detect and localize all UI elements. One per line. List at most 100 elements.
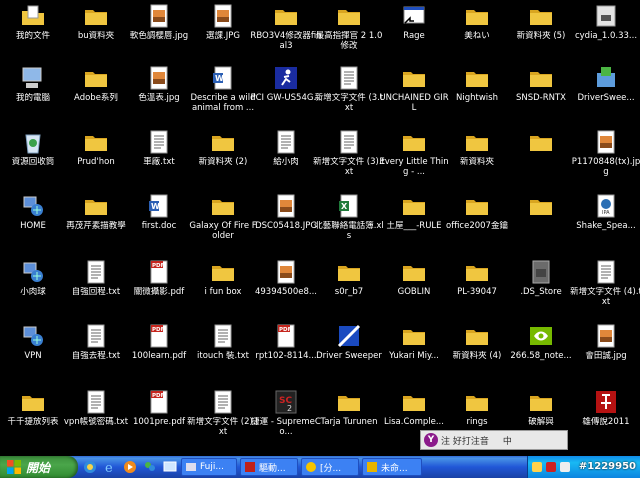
desktop-icon[interactable]: 新資料夾 (4) [446,322,508,384]
desktop-icon[interactable]: SC 2 捷運 - SupremeCo... [251,388,321,450]
desktop-icon[interactable]: 色溫表.jpg [128,64,190,126]
taskbar-button-folder[interactable]: [分... [301,458,359,476]
desktop-icon[interactable]: W Describe a wild animal from ... [190,64,256,126]
ime-mode[interactable]: 中 [503,434,512,447]
desktop-icon[interactable]: PDF 關微攝影.pdf [128,258,190,320]
desktop-icon[interactable]: Galaxy Of Fire Folder [189,192,257,254]
desktop-icon-label: 我的文件 [15,31,50,41]
desktop-icon[interactable]: 雄傳說2011 [575,388,637,450]
desktop-icon[interactable]: cydia_1.0.33... [575,2,637,64]
desktop-icon[interactable]: IPA Shake_Spea... [575,192,637,254]
quick-launch-messenger-icon[interactable] [142,459,158,475]
excel-doc-icon: X [336,193,362,219]
desktop-icon[interactable] [510,128,572,190]
desktop-icon[interactable]: PDF 1001pre.pdf [128,388,190,450]
tray-antivirus-icon[interactable] [546,462,556,472]
taskbar-button-label: Fuji... [200,462,224,472]
desktop-icon[interactable]: DriverSwee... [575,64,637,126]
desktop-icon[interactable]: PCI GW-US54G... [250,64,322,126]
taskbar-button-label: 未命... [381,463,408,474]
desktop-icon[interactable]: 新資料夾 [446,128,508,190]
desktop-icon[interactable]: 美ねい [446,2,508,64]
desktop-icon[interactable]: RBO3V4修改器final3 [250,2,322,64]
desktop-icon[interactable]: 自強回程.txt [65,258,127,320]
quick-launch-ie-icon[interactable]: e [102,459,118,475]
desktop-icon-label: 北藝聯絡電話簿.xls [314,221,384,241]
desktop-icon[interactable]: PDF 100learn.pdf [128,322,190,384]
desktop-icon[interactable] [510,192,572,254]
desktop-icon-label: UNCHAINED GIRL [379,93,449,113]
desktop-icon[interactable]: GOBLIN [383,258,445,320]
desktop-icon-label: 1001pre.pdf [132,417,186,427]
desktop-icon[interactable]: Rage [383,2,445,64]
quick-launch-media-icon[interactable] [122,459,138,475]
text-file-icon [593,259,619,285]
desktop-icon[interactable]: office2007金鑰 [446,192,508,254]
desktop-icon[interactable]: vpn帳號密碼.txt [64,388,128,450]
desktop-icon[interactable]: 我的電腦 [2,64,64,126]
desktop-icon[interactable]: 新增文字文件 (2).txt [187,388,259,450]
desktop-icon[interactable]: DSC05418.JPG [255,192,317,254]
quick-launch-desktop-icon[interactable] [162,459,178,475]
desktop-icon-label: Adobe系列 [74,93,118,103]
tray-ime-icon[interactable] [532,462,542,472]
taskbar-button-fuji[interactable]: Fuji... [181,458,237,476]
desktop-icon[interactable]: PDF rpt102-8114... [255,322,317,384]
text-file-icon [83,259,109,285]
start-button[interactable]: 開始 [0,456,78,478]
taskbar-button-label: 驅動... [259,463,286,474]
desktop-icon[interactable]: 最高指揮官 2 1.0修改 [316,2,382,64]
desktop-icon[interactable]: bu資料夾 [65,2,127,64]
desktop-icon[interactable]: 新增文字文件 (3.txt [315,64,383,126]
desktop-icon[interactable]: 自強去程.txt [65,322,127,384]
desktop-icon[interactable]: VPN [2,322,64,384]
desktop-icon[interactable]: 49394500e8... [255,258,317,320]
quick-launch-browser-icon[interactable] [82,459,98,475]
network-shortcut-icon [20,193,46,219]
desktop-icon[interactable]: 資源回收筒 [2,128,64,190]
desktop-icon[interactable]: 軟色調櫻唇.jpg [128,2,190,64]
desktop-icon-label: 雄傳說2011 [582,417,630,427]
desktop-icon[interactable]: UNCHAINED GIRL [379,64,449,126]
desktop-icon[interactable]: 土屋___-RULE [383,192,445,254]
desktop-icon[interactable]: 給小肉 [255,128,317,190]
desktop-icon[interactable]: Nightwish [446,64,508,126]
desktop-icon[interactable]: .DS_Store [510,258,572,320]
desktop-icon[interactable]: s0r_b7 [318,258,380,320]
desktop-icon[interactable]: Prud'hon [65,128,127,190]
desktop-icon[interactable]: 千千捷放列表 [2,388,64,450]
desktop-icon[interactable]: 選課.JPG [192,2,254,64]
folder-icon [464,193,490,219]
desktop-icon[interactable]: Every Little Thing - ... [379,128,449,190]
folder-icon [401,259,427,285]
desktop-icon[interactable]: 新增文字文件 (3).txt [313,128,385,190]
desktop-icon[interactable]: P1170848(tx).jpg [572,128,640,190]
svg-text:PDF: PDF [279,327,292,333]
desktop-icon[interactable]: 小肉球 [2,258,64,320]
desktop-icon[interactable]: Wfirst.doc [128,192,190,254]
desktop-icon[interactable]: 我的文件 [2,2,64,64]
desktop-icon[interactable]: Driver Sweeper [316,322,382,384]
desktop-icon[interactable]: Yukari Miy... [383,322,445,384]
desktop-icon[interactable]: 266.58_note... [510,322,572,384]
system-tray: #1229950 [527,456,640,478]
desktop-icon[interactable]: 新資料夾 (5) [510,2,572,64]
desktop-icon[interactable]: 車廠.txt [128,128,190,190]
tray-volume-icon[interactable] [560,462,570,472]
desktop-icon[interactable]: 新增文字文件 (4).txt [570,258,640,320]
desktop-icon[interactable]: X 北藝聯絡電話簿.xls [314,192,384,254]
taskbar-button-untitled[interactable]: 未命... [362,458,422,476]
desktop-icon[interactable]: 會田誠.jpg [575,322,637,384]
desktop-icon[interactable]: PL-39047 [446,258,508,320]
desktop-icon[interactable]: i fun box [192,258,254,320]
ime-toolbar[interactable]: Y 注 好打注音 中 [420,430,568,450]
desktop-icon[interactable]: itouch 裝.txt [192,322,254,384]
desktop-icon[interactable]: 再茂芹素描教學 [65,192,127,254]
desktop-icon[interactable]: 新資料夾 (2) [192,128,254,190]
desktop-icon[interactable]: Tarja Turunen [318,388,380,450]
desktop-icon-label: 會田誠.jpg [585,351,627,361]
desktop-icon[interactable]: SNSD-RNTX [510,64,572,126]
desktop-icon[interactable]: HOME [2,192,64,254]
desktop-icon[interactable]: Adobe系列 [65,64,127,126]
taskbar-button-driver[interactable]: 驅動... [240,458,298,476]
